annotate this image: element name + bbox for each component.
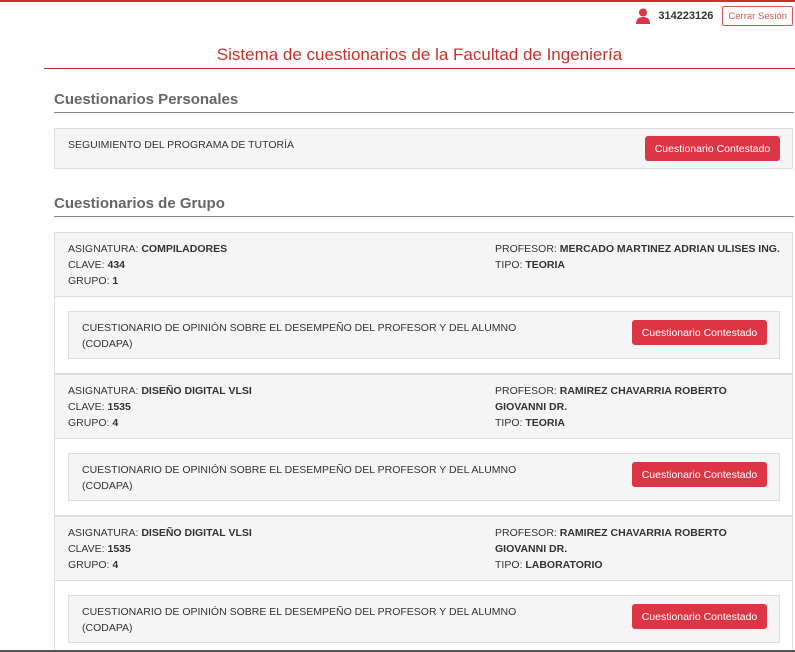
group-questionnaire-panel: CUESTIONARIO DE OPINIÓN SOBRE EL DESEMPE… bbox=[68, 453, 780, 501]
group-questionnaire-panel: CUESTIONARIO DE OPINIÓN SOBRE EL DESEMPE… bbox=[68, 595, 780, 643]
tipo-label: TIPO: bbox=[495, 259, 523, 271]
tipo-value: TEORIA bbox=[525, 417, 566, 429]
grupo-row: GRUPO: 4 bbox=[68, 415, 252, 431]
grupo-value: 4 bbox=[112, 559, 119, 571]
clave-value: 1535 bbox=[107, 543, 131, 555]
asignatura-label: ASIGNATURA: bbox=[68, 243, 139, 255]
group-questionnaire-button[interactable]: Cuestionario Contestado bbox=[632, 320, 767, 345]
group-panel: ASIGNATURA: DISEÑO DIGITAL VLSI CLAVE: 15… bbox=[54, 374, 793, 516]
profesor-row: PROFESOR: RAMIREZ CHAVARRIA ROBERTO GIOV… bbox=[495, 525, 780, 557]
grupo-value: 1 bbox=[112, 275, 119, 287]
profesor-label: PROFESOR: bbox=[495, 385, 557, 397]
asignatura-value: DISEÑO DIGITAL VLSI bbox=[141, 385, 252, 397]
group-info-left: ASIGNATURA: COMPILADORES CLAVE: 434 GRUPO:… bbox=[68, 241, 227, 289]
personal-questionnaire-button[interactable]: Cuestionario Contestado bbox=[645, 136, 780, 161]
grupo-row: GRUPO: 4 bbox=[68, 557, 252, 573]
asignatura-row: ASIGNATURA: DISEÑO DIGITAL VLSI bbox=[68, 525, 252, 541]
user-area: 314223126 Cerrar Sesión bbox=[635, 6, 795, 26]
group-panel: ASIGNATURA: DISEÑO DIGITAL VLSI CLAVE: 15… bbox=[54, 516, 793, 652]
grupo-label: GRUPO: bbox=[68, 417, 110, 429]
grupo-value: 4 bbox=[112, 417, 119, 429]
user-id: 314223126 bbox=[658, 10, 714, 22]
group-section-title: Cuestionarios de Grupo bbox=[54, 194, 794, 217]
group-questionnaire-button[interactable]: Cuestionario Contestado bbox=[632, 604, 767, 629]
logout-button[interactable]: Cerrar Sesión bbox=[722, 6, 793, 26]
asignatura-value: COMPILADORES bbox=[141, 243, 228, 255]
group-panel: ASIGNATURA: COMPILADORES CLAVE: 434 GRUPO:… bbox=[54, 232, 793, 374]
group-questionnaire-title: CUESTIONARIO DE OPINIÓN SOBRE EL DESEMPE… bbox=[82, 322, 517, 350]
group-questionnaire-panel: CUESTIONARIO DE OPINIÓN SOBRE EL DESEMPE… bbox=[68, 311, 780, 359]
clave-label: CLAVE: bbox=[68, 543, 105, 555]
grupo-label: GRUPO: bbox=[68, 275, 110, 287]
group-header: ASIGNATURA: DISEÑO DIGITAL VLSI CLAVE: 15… bbox=[55, 517, 792, 581]
personal-questionnaire-panel: SEGUIMIENTO DEL PROGRAMA DE TUTORÍA Cues… bbox=[54, 128, 793, 169]
asignatura-value: DISEÑO DIGITAL VLSI bbox=[141, 527, 252, 539]
group-header: ASIGNATURA: COMPILADORES CLAVE: 434 GRUPO:… bbox=[55, 233, 792, 297]
clave-value: 1535 bbox=[107, 401, 131, 413]
tipo-row: TIPO: TEORIA bbox=[495, 415, 780, 431]
tipo-value: LABORATORIO bbox=[525, 559, 603, 571]
grupo-label: GRUPO: bbox=[68, 559, 110, 571]
group-questionnaire-title: CUESTIONARIO DE OPINIÓN SOBRE EL DESEMPE… bbox=[82, 606, 517, 634]
clave-label: CLAVE: bbox=[68, 259, 105, 271]
top-accent-line bbox=[0, 0, 795, 2]
profesor-label: PROFESOR: bbox=[495, 527, 557, 539]
asignatura-row: ASIGNATURA: COMPILADORES bbox=[68, 241, 227, 257]
asignatura-row: ASIGNATURA: DISEÑO DIGITAL VLSI bbox=[68, 383, 252, 399]
group-info-left: ASIGNATURA: DISEÑO DIGITAL VLSI CLAVE: 15… bbox=[68, 383, 252, 431]
title-divider bbox=[44, 68, 795, 69]
clave-value: 434 bbox=[107, 259, 126, 271]
personal-questionnaire-title: SEGUIMIENTO DEL PROGRAMA DE TUTORÍA bbox=[68, 139, 294, 151]
clave-label: CLAVE: bbox=[68, 401, 105, 413]
tipo-label: TIPO: bbox=[495, 559, 523, 571]
profesor-row: PROFESOR: MERCADO MARTINEZ ADRIAN ULISES… bbox=[495, 241, 780, 257]
personal-section-title: Cuestionarios Personales bbox=[54, 90, 794, 113]
clave-row: CLAVE: 1535 bbox=[68, 399, 252, 415]
profesor-value: MERCADO MARTINEZ ADRIAN ULISES ING. bbox=[559, 243, 780, 255]
asignatura-label: ASIGNATURA: bbox=[68, 385, 139, 397]
clave-row: CLAVE: 1535 bbox=[68, 541, 252, 557]
group-info-right: PROFESOR: RAMIREZ CHAVARRIA ROBERTO GIOV… bbox=[495, 383, 780, 431]
tipo-value: TEORIA bbox=[525, 259, 566, 271]
group-info-left: ASIGNATURA: DISEÑO DIGITAL VLSI CLAVE: 15… bbox=[68, 525, 252, 573]
tipo-row: TIPO: TEORIA bbox=[495, 257, 780, 273]
group-info-right: PROFESOR: RAMIREZ CHAVARRIA ROBERTO GIOV… bbox=[495, 525, 780, 573]
profesor-label: PROFESOR: bbox=[495, 243, 557, 255]
tipo-row: TIPO: LABORATORIO bbox=[495, 557, 780, 573]
grupo-row: GRUPO: 1 bbox=[68, 273, 227, 289]
group-header: ASIGNATURA: DISEÑO DIGITAL VLSI CLAVE: 15… bbox=[55, 375, 792, 439]
profesor-row: PROFESOR: RAMIREZ CHAVARRIA ROBERTO GIOV… bbox=[495, 383, 780, 415]
tipo-label: TIPO: bbox=[495, 417, 523, 429]
group-questionnaire-button[interactable]: Cuestionario Contestado bbox=[632, 462, 767, 487]
clave-row: CLAVE: 434 bbox=[68, 257, 227, 273]
system-title: Sistema de cuestionarios de la Facultad … bbox=[216, 45, 623, 64]
group-info-right: PROFESOR: MERCADO MARTINEZ ADRIAN ULISES… bbox=[495, 241, 780, 273]
asignatura-label: ASIGNATURA: bbox=[68, 527, 139, 539]
group-questionnaire-title: CUESTIONARIO DE OPINIÓN SOBRE EL DESEMPE… bbox=[82, 464, 517, 492]
user-icon bbox=[636, 8, 651, 24]
